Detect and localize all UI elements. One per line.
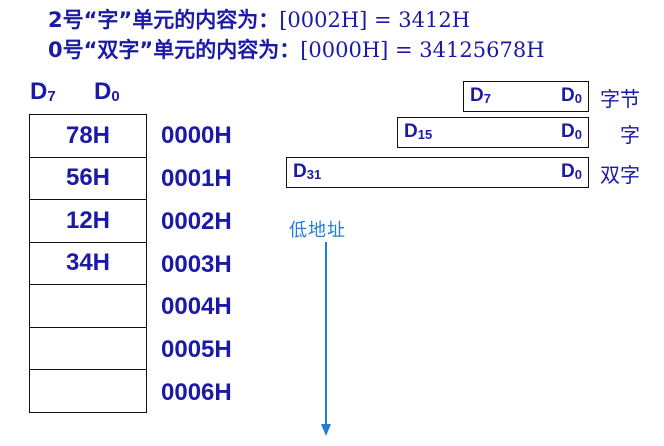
bit-low-label: D0 <box>94 78 120 105</box>
word-label: 字 <box>620 123 640 147</box>
address-label: 0001H <box>161 165 232 192</box>
dword-content-statement: 0号“双字”单元的内容为：[0000H] = 34125678H <box>48 34 545 64</box>
memory-cell <box>30 285 146 328</box>
dword-content-expression: [0000H] = 34125678H <box>300 38 545 62</box>
memory-cell: 12H <box>30 200 146 243</box>
address-label: 0000H <box>161 122 232 149</box>
word-content-statement: 2号“字”单元的内容为：[0002H] = 3412H <box>48 4 470 34</box>
word-content-expression: [0002H] = 3412H <box>279 8 471 32</box>
byte-low-bit: D0 <box>561 85 582 106</box>
dword-low-bit: D0 <box>561 161 582 182</box>
address-label: 0006H <box>161 379 232 406</box>
byte-width-box: D7 D0 <box>463 81 589 112</box>
address-label: 0002H <box>161 208 232 235</box>
dword-label: 双字 <box>600 163 640 187</box>
byte-high-bit: D7 <box>470 85 491 106</box>
memory-cell: 56H <box>30 158 146 200</box>
memory-cell <box>30 370 146 413</box>
word-low-bit: D0 <box>561 121 582 142</box>
dword-high-bit: D31 <box>293 161 322 182</box>
diagram-canvas: 2号“字”单元的内容为：[0002H] = 3412H 0号“双字”单元的内容为… <box>0 0 664 446</box>
dword-content-label: 0号“双字”单元的内容为： <box>48 38 301 62</box>
memory-cell: 34H <box>30 243 146 285</box>
byte-label: 字节 <box>600 87 640 111</box>
low-address-label: 低地址 <box>289 220 346 241</box>
memory-cell: 78H <box>30 115 146 158</box>
word-content-label: 2号“字”单元的内容为： <box>48 8 280 32</box>
dword-width-box: D31 D0 <box>286 157 589 188</box>
memory-cell <box>30 328 146 370</box>
address-label: 0003H <box>161 251 232 278</box>
arrow-down-icon <box>321 242 331 436</box>
word-high-bit: D15 <box>404 121 433 142</box>
address-label: 0004H <box>161 293 232 320</box>
word-width-box: D15 D0 <box>397 117 589 148</box>
memory-table: 78H 56H 12H 34H <box>29 114 147 413</box>
address-label: 0005H <box>161 336 232 363</box>
bit-high-label: D7 <box>30 78 56 105</box>
